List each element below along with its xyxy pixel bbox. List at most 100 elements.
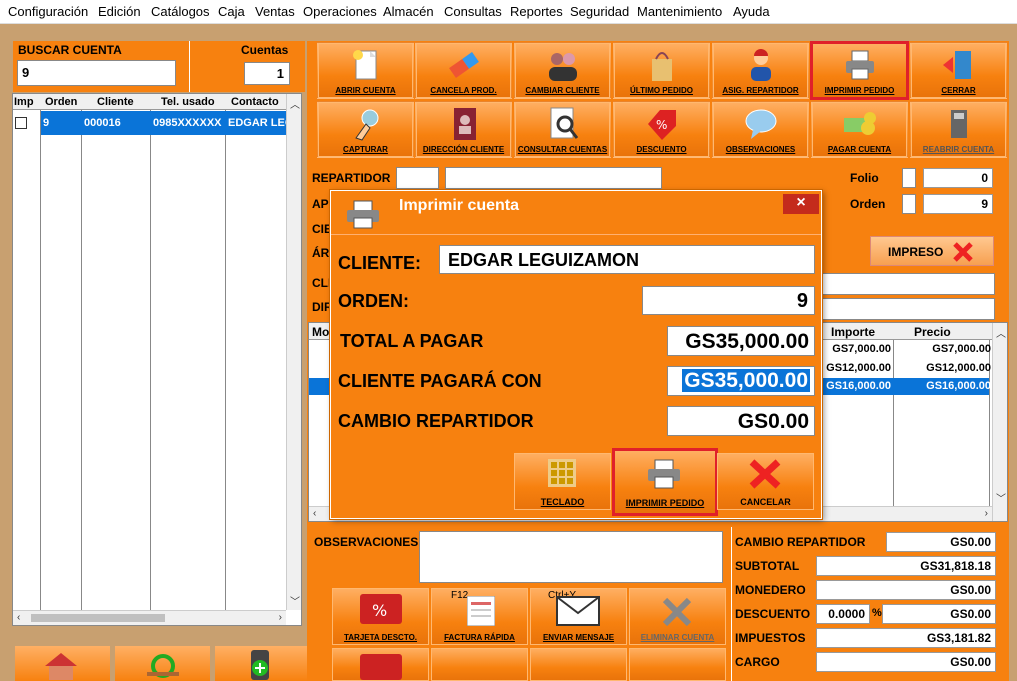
bottom-row2-button-1[interactable] [332, 648, 429, 681]
accounts-table: Imp Orden Cliente Tel. usado Contacto 9 … [12, 93, 302, 626]
svg-text:%: % [656, 118, 667, 132]
menu-consultas[interactable]: Consultas [444, 4, 502, 19]
reopen-account-button[interactable]: REABRIR CUENTA [910, 101, 1007, 158]
dialog-cancel-button[interactable]: CANCELAR [717, 453, 814, 510]
order-flag [902, 194, 916, 214]
red-x-icon [953, 242, 973, 262]
assign-courier-button[interactable]: ASIG. REPARTIDOR [712, 42, 809, 99]
add-phone-icon [251, 650, 269, 680]
observations-label: OBSERVACIONES [314, 535, 419, 549]
order-label: Orden [850, 197, 886, 211]
send-message-button[interactable]: Ctrl+Y ENVIAR MENSAJE [530, 588, 627, 645]
print-order-button[interactable]: IMPRIMIR PEDIDO [810, 41, 909, 100]
row-checkbox[interactable] [15, 117, 27, 129]
cancel-product-button[interactable]: CANCELA PROD. [415, 42, 512, 99]
query-accounts-button[interactable]: CONSULTAR CUENTAS [514, 101, 611, 158]
keyboard-button[interactable]: TECLADO [514, 453, 611, 510]
charge-value: GS0.00 [816, 652, 996, 672]
last-order-button[interactable]: ÚLTIMO PEDIDO [613, 42, 710, 99]
col-contacto[interactable]: Contacto [231, 96, 279, 108]
users-icon [548, 53, 577, 81]
house-icon [45, 653, 77, 680]
card-icon [360, 654, 402, 680]
quick-invoice-button[interactable]: F12 FACTURA RÁPIDA [431, 588, 528, 645]
client-address-button[interactable]: DIRECCIÓN CLIENTE [415, 101, 512, 158]
cie-label: CIE [312, 222, 333, 236]
dialog-pay-with-label: CLIENTE PAGARÁ CON [338, 371, 542, 391]
horizontal-scrollbar[interactable]: ‹ › [13, 610, 286, 625]
folio-label: Folio [850, 171, 879, 185]
refresh-table-icon [147, 654, 179, 678]
accounts-count-label: Cuentas [241, 43, 289, 57]
dialog-total-label: TOTAL A PAGAR [340, 331, 484, 351]
items-vertical-scrollbar[interactable]: ︿ ﹀ [992, 323, 1007, 521]
vertical-scrollbar[interactable]: ︿ ﹀ [286, 94, 301, 610]
discount-card-button[interactable]: % TARJETA DESCTO. [332, 588, 429, 645]
col-cliente[interactable]: Cliente [97, 96, 134, 108]
menu-ayuda[interactable]: Ayuda [733, 4, 770, 19]
area-label: ÁR [312, 246, 330, 260]
taxes-label: IMPUESTOS [735, 631, 806, 645]
search-input[interactable]: 9 [17, 60, 176, 86]
dialog-close-button[interactable]: × [783, 194, 819, 214]
left-button-2[interactable] [115, 646, 210, 681]
eraser-icon [448, 52, 479, 78]
observations-field[interactable] [419, 531, 723, 583]
close-button[interactable]: CERRAR [910, 42, 1007, 99]
menu-bar: Configuración Edición Catálogos Caja Ven… [0, 0, 1017, 24]
client-label: CLI [312, 276, 332, 290]
observations-button[interactable]: OBSERVACIONES [712, 101, 809, 158]
col-importe[interactable]: Importe [831, 325, 875, 339]
menu-catalogos[interactable]: Catálogos [151, 4, 210, 19]
menu-ventas[interactable]: Ventas [255, 4, 295, 19]
percent-sign: % [872, 607, 882, 619]
table-row[interactable]: 9 000016 0985XXXXXX EDGAR LEG [41, 111, 287, 135]
summary-divider [731, 527, 732, 681]
print-account-dialog: Imprimir cuenta × CLIENTE: EDGAR LEGUIZA… [330, 190, 822, 519]
client-field[interactable] [820, 273, 995, 295]
change-client-button[interactable]: CAMBIAR CLIENTE [514, 42, 611, 99]
discount-percent-field[interactable]: 0.0000 [816, 604, 870, 624]
repartidor-code-field[interactable] [396, 167, 439, 189]
col-mo[interactable]: Mo [312, 325, 329, 339]
pay-account-button[interactable]: PAGAR CUENTA [811, 101, 908, 158]
bottom-row2-button-3[interactable] [530, 648, 627, 681]
menu-operaciones[interactable]: Operaciones [303, 4, 377, 19]
red-x-icon [749, 459, 781, 489]
repartidor-label: REPARTIDOR [312, 171, 391, 185]
courier-icon [750, 49, 771, 81]
dialog-titlebar: Imprimir cuenta × [331, 191, 821, 235]
left-button-3[interactable] [215, 646, 307, 681]
menu-caja[interactable]: Caja [218, 4, 245, 19]
address-field[interactable] [820, 298, 995, 320]
keypad-icon [548, 459, 576, 487]
dialog-client-field[interactable]: EDGAR LEGUIZAMON [439, 245, 815, 274]
col-imp[interactable]: Imp [14, 96, 34, 108]
capture-button[interactable]: CAPTURAR [317, 101, 414, 158]
bottom-row2-button-2[interactable] [431, 648, 528, 681]
menu-reportes[interactable]: Reportes [510, 4, 563, 19]
discount-button[interactable]: % DESCUENTO [613, 101, 710, 158]
bottom-row2-button-4[interactable] [629, 648, 726, 681]
dialog-pay-with-field[interactable]: GS35,000.00 [667, 366, 815, 396]
dialog-change-field: GS0.00 [667, 406, 815, 436]
svg-text:%: % [372, 601, 387, 620]
col-precio[interactable]: Precio [914, 325, 951, 339]
col-orden[interactable]: Orden [45, 96, 77, 108]
folio-field: 0 [923, 168, 993, 188]
open-account-button[interactable]: ABRIR CUENTA [317, 42, 414, 99]
left-button-1[interactable] [15, 646, 110, 681]
col-tel[interactable]: Tel. usado [161, 96, 215, 108]
discount-tag-icon: % [647, 110, 676, 140]
ap-label: AP [312, 197, 329, 211]
menu-edicion[interactable]: Edición [98, 4, 141, 19]
menu-almacen[interactable]: Almacén [383, 4, 434, 19]
delete-account-button[interactable]: ELIMINAR CUENTA [629, 588, 726, 645]
dialog-print-order-button[interactable]: IMPRIMIR PEDIDO [612, 448, 718, 516]
menu-seguridad[interactable]: Seguridad [570, 4, 629, 19]
dialog-order-field[interactable]: 9 [642, 286, 815, 315]
discount-label: DESCUENTO [735, 607, 811, 621]
menu-configuracion[interactable]: Configuración [8, 4, 88, 19]
repartidor-name-field[interactable] [445, 167, 662, 189]
menu-mantenimiento[interactable]: Mantenimiento [637, 4, 722, 19]
